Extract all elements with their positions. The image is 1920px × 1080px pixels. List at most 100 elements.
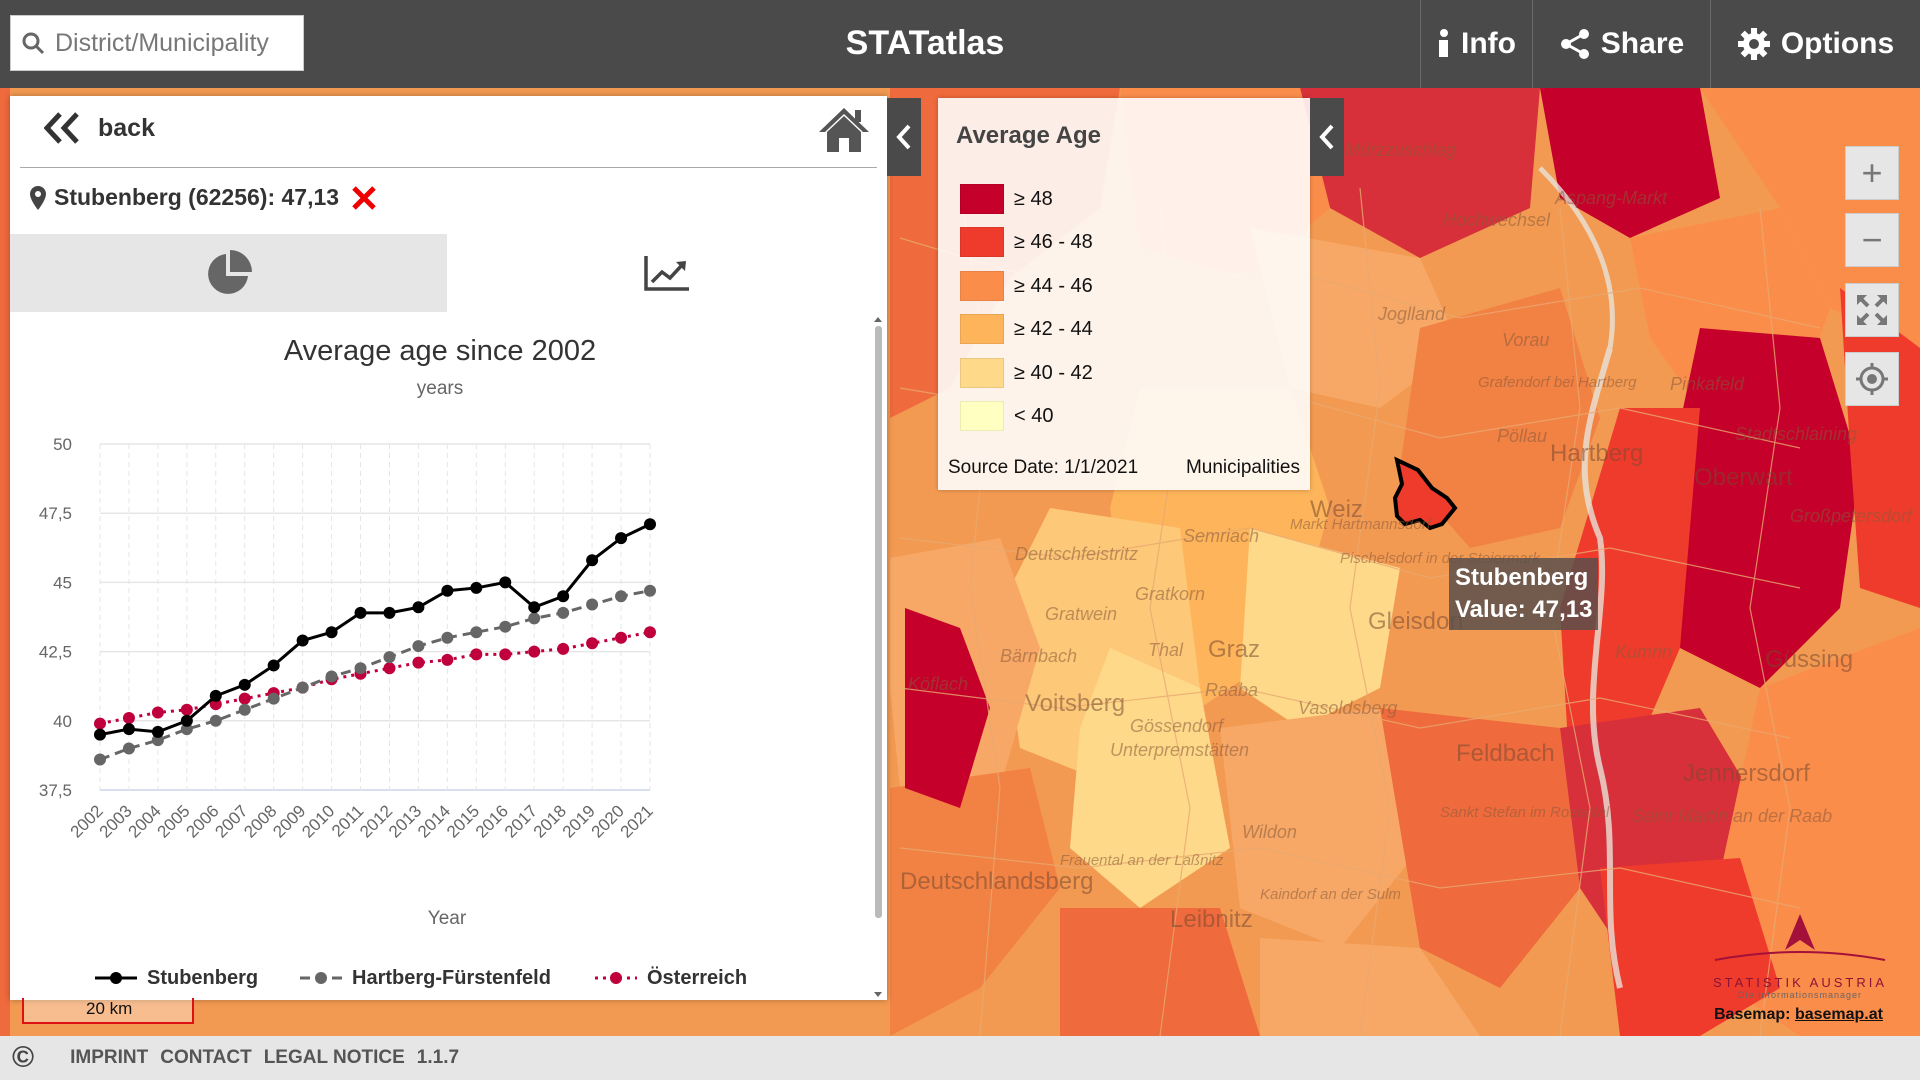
data-point[interactable] [557, 590, 570, 603]
legal-notice-link[interactable]: LEGAL NOTICE [264, 1047, 405, 1069]
fullscreen-button[interactable] [1845, 283, 1899, 337]
data-point[interactable] [238, 692, 251, 705]
place-label: Deutschfeistritz [1015, 544, 1139, 564]
data-point[interactable] [122, 723, 135, 736]
data-point[interactable] [499, 620, 512, 633]
data-point[interactable] [586, 554, 599, 567]
data-point[interactable] [383, 651, 396, 664]
legend-series-label[interactable]: Hartberg-Fürstenfeld [352, 967, 551, 989]
contact-link[interactable]: CONTACT [160, 1047, 251, 1069]
data-point[interactable] [296, 681, 309, 694]
data-point[interactable] [94, 717, 106, 730]
detail-panel: back Stubenberg (62256): 47,13 Average a… [10, 96, 887, 1000]
data-point[interactable] [586, 637, 599, 650]
legend-title: Average Age [956, 122, 1101, 149]
data-point[interactable] [94, 753, 106, 766]
data-point[interactable] [586, 598, 599, 611]
data-point[interactable] [499, 576, 512, 589]
data-point[interactable] [151, 725, 164, 738]
data-point[interactable] [325, 626, 338, 639]
legend-swatch [960, 271, 1004, 301]
legend-series-label[interactable]: Österreich [647, 966, 747, 989]
y-tick-label: 42,5 [39, 643, 72, 662]
place-label: Kumrin [1615, 642, 1673, 662]
data-point[interactable] [238, 703, 251, 716]
legend-item: < 40 [960, 401, 1053, 431]
locate-button[interactable] [1845, 352, 1899, 406]
data-point[interactable] [615, 631, 628, 644]
data-point[interactable] [528, 645, 541, 658]
x-tick-label: 2013 [385, 801, 425, 841]
close-icon[interactable] [351, 185, 377, 211]
data-point[interactable] [238, 678, 251, 691]
place-label: Unterpremstätten [1110, 740, 1250, 760]
home-icon[interactable] [817, 106, 871, 154]
data-point[interactable] [412, 640, 425, 653]
version-label: 1.1.7 [416, 1047, 460, 1068]
place-label: Vorau [1502, 330, 1550, 350]
imprint-link[interactable]: IMPRINT [70, 1047, 148, 1069]
data-point[interactable] [470, 648, 483, 661]
data-point[interactable] [644, 518, 656, 531]
data-point[interactable] [209, 689, 222, 702]
data-point[interactable] [615, 532, 628, 545]
data-point[interactable] [644, 584, 656, 597]
data-point[interactable] [122, 712, 135, 725]
top-bar: STATatlas Info Share Options [0, 0, 1920, 88]
zoom-in-button[interactable]: + [1845, 146, 1899, 200]
data-point[interactable] [267, 692, 280, 705]
tab-line-chart[interactable] [447, 234, 887, 312]
data-point[interactable] [94, 728, 106, 741]
options-button[interactable]: Options [1710, 0, 1920, 88]
data-point[interactable] [528, 612, 541, 625]
place-label: Hartberg [1550, 440, 1644, 467]
data-point[interactable] [209, 714, 222, 727]
data-point[interactable] [499, 648, 512, 661]
data-point[interactable] [557, 606, 570, 619]
scrollbar-thumb[interactable] [875, 326, 882, 918]
place-label: Oberwart [1694, 464, 1793, 491]
data-point[interactable] [354, 662, 367, 675]
y-tick-label: 47,5 [39, 504, 72, 523]
share-button[interactable]: Share [1532, 0, 1710, 88]
data-point[interactable] [354, 606, 367, 619]
collapse-legend-button[interactable] [1310, 98, 1344, 176]
data-point[interactable] [557, 642, 570, 655]
place-label: Mürzzuschlag [1345, 140, 1457, 160]
data-point[interactable] [151, 706, 164, 719]
data-point[interactable] [383, 606, 396, 619]
data-point[interactable] [470, 581, 483, 594]
y-tick-label: 40 [53, 712, 72, 731]
copyright-icon: © [12, 1041, 35, 1074]
data-point[interactable] [470, 626, 483, 639]
data-point[interactable] [441, 653, 454, 666]
data-point[interactable] [441, 584, 454, 597]
data-point[interactable] [383, 662, 396, 675]
zoom-out-button[interactable]: − [1845, 213, 1899, 267]
legend-item: ≥ 40 - 42 [960, 358, 1093, 388]
data-point[interactable] [267, 659, 280, 672]
data-point[interactable] [296, 634, 309, 647]
data-point[interactable] [325, 670, 338, 683]
data-point[interactable] [615, 590, 628, 603]
data-point[interactable] [122, 742, 135, 755]
collapse-panel-button[interactable] [887, 98, 921, 176]
info-button[interactable]: Info [1420, 0, 1532, 88]
data-point[interactable] [412, 601, 425, 614]
y-tick-label: 37,5 [39, 781, 72, 800]
panel-scrollbar[interactable] [872, 314, 884, 1000]
data-point[interactable] [412, 656, 425, 669]
data-point[interactable] [441, 631, 454, 644]
logo-subtext: Die Informationsmanager [1737, 990, 1863, 1000]
data-point[interactable] [528, 601, 541, 614]
back-button[interactable]: back [44, 112, 155, 144]
place-label: Feldbach [1456, 740, 1555, 767]
place-label: Markt Hartmannsdorf [1290, 516, 1431, 533]
legend-series-label[interactable]: Stubenberg [147, 967, 258, 989]
data-point[interactable] [644, 626, 656, 639]
basemap-link[interactable]: basemap.at [1795, 1006, 1883, 1023]
data-point[interactable] [180, 714, 193, 727]
legend-swatch [960, 358, 1004, 388]
tab-pie-chart[interactable] [10, 234, 447, 312]
data-point[interactable] [180, 703, 193, 716]
